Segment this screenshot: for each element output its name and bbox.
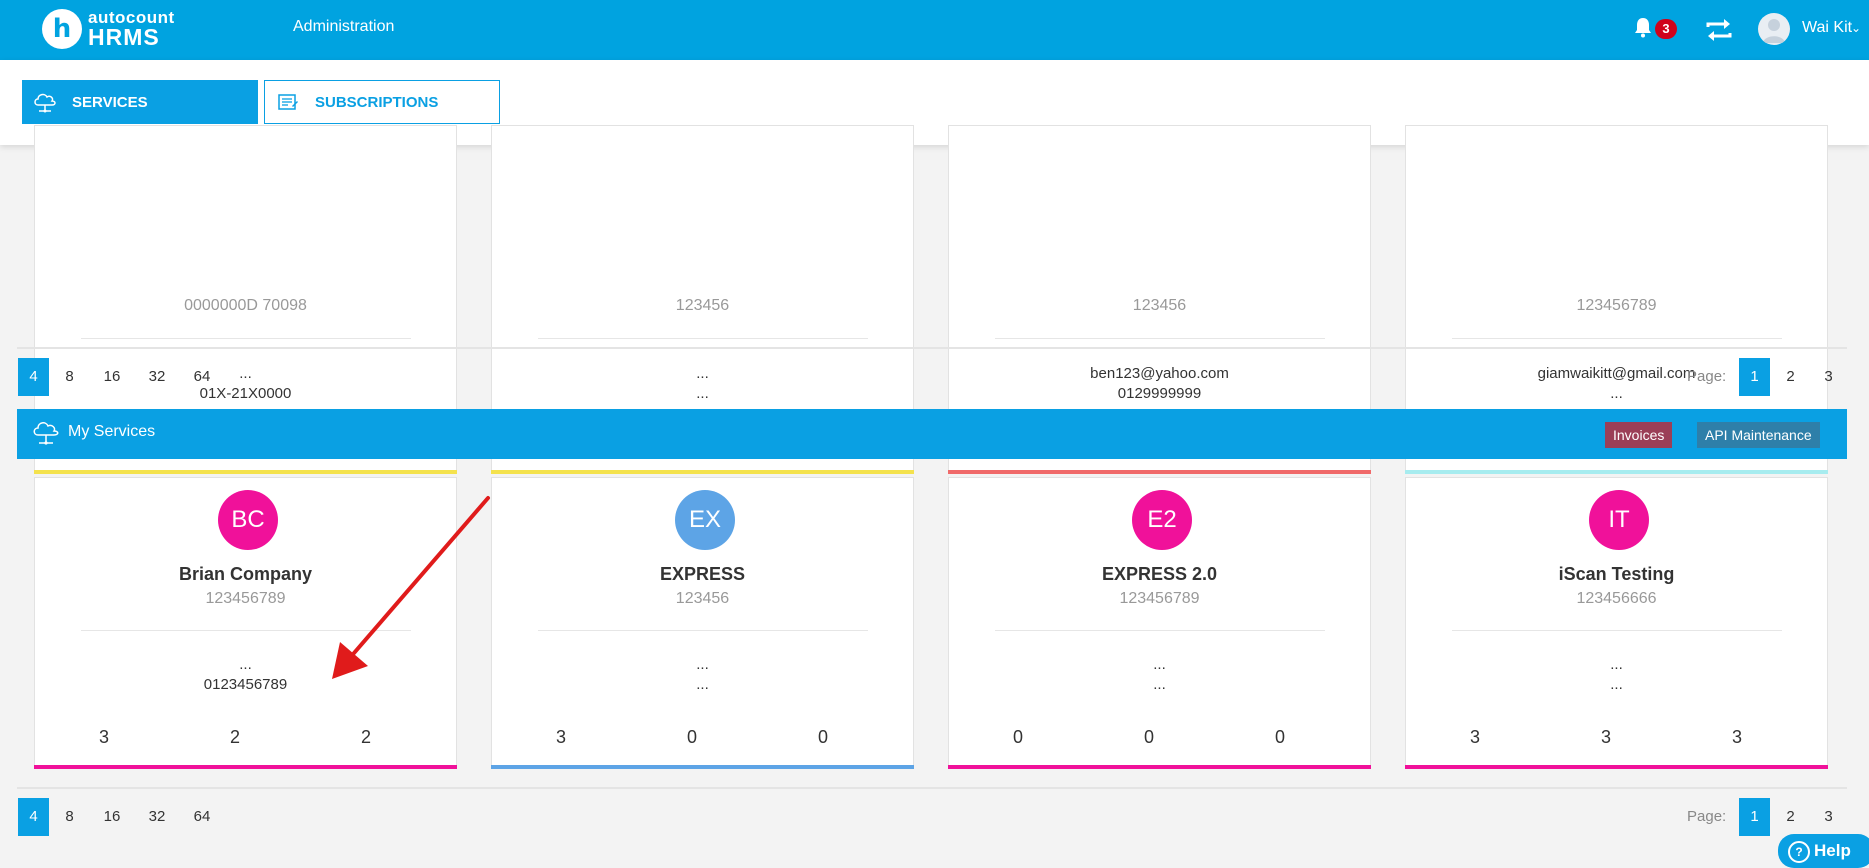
card-stat: 3 bbox=[98, 727, 109, 747]
card-accent-bar bbox=[1405, 470, 1828, 474]
card-code: 123456 bbox=[675, 590, 730, 607]
bell-icon[interactable] bbox=[1633, 16, 1653, 38]
section-divider bbox=[17, 787, 1847, 789]
card-divider bbox=[995, 338, 1325, 339]
page-size-option[interactable]: 8 bbox=[54, 358, 85, 396]
notification-badge: 3 bbox=[1655, 19, 1677, 39]
page-size-option[interactable]: 32 bbox=[141, 798, 173, 836]
page-number[interactable]: 1 bbox=[1739, 358, 1770, 396]
page-number[interactable]: 2 bbox=[1775, 358, 1806, 396]
card-contact-line2: ... bbox=[1610, 676, 1623, 693]
company-avatar: BC bbox=[218, 490, 278, 550]
pagination-top: 4 8 16 32 64 Page: 1 2 3 bbox=[17, 358, 1847, 398]
question-icon: ? bbox=[1788, 840, 1810, 863]
tab-services-label: SERVICES bbox=[72, 93, 148, 111]
sync-icon[interactable] bbox=[1704, 15, 1734, 45]
card-accent-bar bbox=[491, 470, 914, 474]
card-stat: 3 bbox=[1469, 727, 1480, 747]
invoices-button[interactable]: Invoices bbox=[1605, 422, 1673, 448]
card-stat: 0 bbox=[1143, 727, 1154, 747]
card-code: 0000000D 70098 bbox=[184, 297, 307, 314]
service-card[interactable]: IT iScan Testing 123456666 ... ... 3 3 3 bbox=[1405, 477, 1828, 769]
page-size-option[interactable]: 32 bbox=[141, 358, 173, 396]
card-accent-bar bbox=[948, 765, 1371, 769]
card-code: 123456789 bbox=[1119, 590, 1200, 607]
card-divider bbox=[538, 630, 868, 631]
page-size-option[interactable]: 4 bbox=[18, 798, 49, 836]
logo-mark: h bbox=[42, 9, 82, 49]
pagination-bottom: 4 8 16 32 64 Page: 1 2 3 bbox=[17, 798, 1847, 838]
page-size-option[interactable]: 64 bbox=[186, 798, 218, 836]
card-accent-bar bbox=[34, 470, 457, 474]
page-label: Page: bbox=[1687, 808, 1727, 825]
page-size-option[interactable]: 4 bbox=[18, 358, 49, 396]
section-title: My Services bbox=[68, 423, 156, 440]
card-stat: 3 bbox=[1731, 727, 1742, 747]
service-card[interactable]: E2 EXPRESS 2.0 123456789 ... ... 0 0 0 bbox=[948, 477, 1371, 769]
tab-services[interactable]: SERVICES bbox=[22, 80, 258, 124]
company-avatar: E2 bbox=[1132, 490, 1192, 550]
card-divider bbox=[1452, 338, 1782, 339]
user-name[interactable]: Wai Kit bbox=[1802, 19, 1852, 37]
api-maintenance-button[interactable]: API Maintenance bbox=[1697, 422, 1820, 448]
card-contact-line1: ... bbox=[696, 656, 709, 673]
page-number[interactable]: 2 bbox=[1775, 798, 1806, 836]
help-button[interactable]: ? Help bbox=[1778, 834, 1869, 868]
logo-text-bottom: HRMS bbox=[88, 24, 160, 50]
top-navbar: h autocount HRMS Administration 3 Wai Ki… bbox=[0, 0, 1869, 60]
card-accent-bar bbox=[34, 765, 457, 769]
card-contact-line2: ... bbox=[1153, 676, 1166, 693]
card-stat: 3 bbox=[555, 727, 566, 747]
page-size-option[interactable]: 64 bbox=[186, 358, 218, 396]
tab-subscriptions[interactable]: SUBSCRIPTIONS bbox=[264, 80, 500, 124]
card-accent-bar bbox=[491, 765, 914, 769]
help-label: Help bbox=[1814, 841, 1851, 860]
card-divider bbox=[1452, 630, 1782, 631]
page-number[interactable]: 3 bbox=[1813, 798, 1844, 836]
card-code: 123456666 bbox=[1576, 590, 1657, 607]
app-logo[interactable]: h autocount HRMS bbox=[42, 6, 175, 52]
card-stat: 0 bbox=[817, 727, 828, 747]
main-content: 0000000D 70098 ... 01X-21X0000 0 0 0 123… bbox=[0, 125, 1869, 861]
page-size-option[interactable]: 16 bbox=[96, 358, 128, 396]
card-code: 123456789 bbox=[1576, 297, 1657, 314]
card-stat: 2 bbox=[229, 727, 240, 747]
card-contact-line1: ... bbox=[1610, 656, 1623, 673]
cloud-icon bbox=[34, 93, 56, 113]
page-number[interactable]: 1 bbox=[1739, 798, 1770, 836]
company-avatar: EX bbox=[675, 490, 735, 550]
page-label: Page: bbox=[1687, 368, 1727, 385]
card-accent-bar bbox=[1405, 765, 1828, 769]
page-size-option[interactable]: 8 bbox=[54, 798, 85, 836]
subscriptions-icon bbox=[278, 94, 298, 110]
card-contact-line2: ... bbox=[696, 676, 709, 693]
nav-administration[interactable]: Administration bbox=[293, 18, 394, 36]
my-services-header: My Services Invoices API Maintenance bbox=[17, 409, 1847, 459]
annotation-arrow-icon bbox=[332, 496, 490, 679]
card-stat: 0 bbox=[1274, 727, 1285, 747]
company-name[interactable]: EXPRESS 2.0 bbox=[949, 564, 1370, 585]
card-code: 123456 bbox=[675, 297, 730, 314]
card-divider bbox=[995, 630, 1325, 631]
company-name[interactable]: iScan Testing bbox=[1406, 564, 1827, 585]
card-stat: 0 bbox=[1012, 727, 1023, 747]
card-divider bbox=[538, 338, 868, 339]
page-size-option[interactable]: 16 bbox=[96, 798, 128, 836]
user-avatar[interactable] bbox=[1758, 13, 1790, 45]
page-number[interactable]: 3 bbox=[1813, 358, 1844, 396]
service-card[interactable]: EX EXPRESS 123456 ... ... 3 0 0 bbox=[491, 477, 914, 769]
card-stat: 3 bbox=[1600, 727, 1611, 747]
company-avatar: IT bbox=[1589, 490, 1649, 550]
cloud-icon bbox=[33, 422, 59, 445]
card-divider bbox=[81, 338, 411, 339]
card-stat: 2 bbox=[360, 727, 371, 747]
tab-subscriptions-label: SUBSCRIPTIONS bbox=[315, 93, 439, 111]
card-contact-line1: ... bbox=[1153, 656, 1166, 673]
card-code: 123456 bbox=[1132, 297, 1187, 314]
section-divider bbox=[17, 347, 1847, 349]
card-accent-bar bbox=[948, 470, 1371, 474]
company-name[interactable]: EXPRESS bbox=[492, 564, 913, 585]
card-stat: 0 bbox=[686, 727, 697, 747]
chevron-down-icon[interactable]: ⌄ bbox=[1851, 21, 1861, 35]
